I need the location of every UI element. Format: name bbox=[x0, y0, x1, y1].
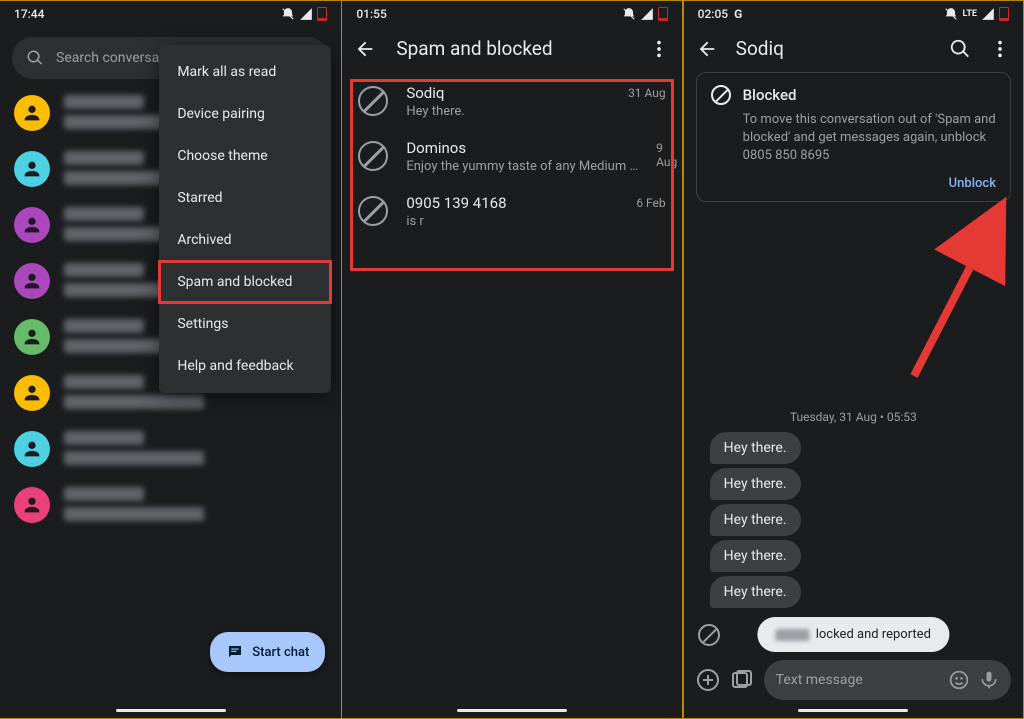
battery-icon bbox=[317, 7, 327, 21]
blocked-list: Sodiq Hey there. 31 Aug Dominos Enjoy th… bbox=[342, 74, 681, 239]
page-title: Spam and blocked bbox=[396, 37, 627, 60]
gesture-bar bbox=[116, 709, 226, 712]
phone-screenshot-2: 01:55 Spam and blocked Sodiq Hey there. … bbox=[341, 0, 682, 719]
search-icon bbox=[26, 49, 44, 67]
dnd-icon bbox=[944, 7, 958, 21]
blocked-conversation-row[interactable]: Sodiq Hey there. 31 Aug bbox=[342, 74, 681, 129]
back-icon[interactable] bbox=[354, 38, 376, 60]
status-bar: 01:55 bbox=[342, 1, 681, 27]
conversation-row[interactable] bbox=[0, 477, 341, 533]
back-icon[interactable] bbox=[696, 38, 718, 60]
blocked-info-card: Blocked To move this conversation out of… bbox=[696, 72, 1011, 202]
gesture-bar bbox=[457, 709, 567, 712]
menu-item-help-and-feedback[interactable]: Help and feedback bbox=[159, 345, 331, 387]
spam-blocked-header: Spam and blocked bbox=[342, 27, 681, 74]
search-placeholder: Search conversat bbox=[56, 50, 164, 66]
add-icon[interactable] bbox=[696, 668, 720, 692]
menu-item-starred[interactable]: Starred bbox=[159, 177, 331, 219]
more-icon[interactable] bbox=[648, 38, 670, 60]
conversation-preview bbox=[64, 487, 327, 521]
clock: 02:05 G bbox=[698, 7, 743, 21]
phone-screenshot-1: 17:44 Search conversat Mark all as readD… bbox=[0, 0, 341, 719]
message-bubble[interactable]: Hey there. bbox=[710, 540, 801, 572]
message-bubbles: Hey there. Hey there. Hey there. Hey there.… bbox=[684, 432, 1023, 608]
avatar bbox=[14, 151, 50, 187]
avatar bbox=[14, 263, 50, 299]
blocked-icon bbox=[698, 624, 720, 646]
message-date: 31 Aug bbox=[628, 84, 666, 100]
chat-icon bbox=[226, 643, 244, 661]
overflow-menu: Mark all as readDevice pairingChoose the… bbox=[159, 45, 331, 393]
redacted-name bbox=[776, 629, 810, 641]
search-icon[interactable] bbox=[949, 38, 971, 60]
message-date: 9 Aug bbox=[656, 139, 677, 169]
contact-name: Sodiq bbox=[736, 37, 931, 60]
mic-icon[interactable] bbox=[979, 670, 999, 690]
message-bubble[interactable]: Hey there. bbox=[710, 504, 801, 536]
gallery-icon[interactable] bbox=[730, 668, 754, 692]
conversation-preview bbox=[64, 431, 327, 465]
message-preview: is r bbox=[406, 214, 618, 229]
snackbar-text: locked and reported bbox=[816, 627, 931, 642]
menu-item-settings[interactable]: Settings bbox=[159, 303, 331, 345]
blocked-title: Blocked bbox=[743, 86, 797, 104]
message-input[interactable]: Text message bbox=[764, 660, 1011, 700]
signal-icon bbox=[299, 7, 313, 21]
menu-item-spam-and-blocked[interactable]: Spam and blocked bbox=[159, 261, 331, 303]
blocked-icon bbox=[711, 85, 731, 105]
message-date: 6 Feb bbox=[636, 194, 665, 210]
signal-icon bbox=[640, 7, 654, 21]
avatar bbox=[14, 95, 50, 131]
menu-item-device-pairing[interactable]: Device pairing bbox=[159, 93, 331, 135]
clock: 17:44 bbox=[14, 7, 44, 21]
message-bubble[interactable]: Hey there. bbox=[710, 576, 801, 608]
blocked-icon bbox=[358, 86, 388, 116]
status-bar: 02:05 G LTE bbox=[684, 1, 1023, 27]
message-preview: Enjoy the yummy taste of any Medium … bbox=[406, 159, 638, 174]
avatar bbox=[14, 319, 50, 355]
message-bubble[interactable]: Hey there. bbox=[710, 468, 801, 500]
unblock-button[interactable]: Unblock bbox=[711, 176, 996, 191]
snackbar: locked and reported bbox=[758, 617, 949, 652]
message-area: Tuesday, 31 Aug • 05:53 Hey there.Hey th… bbox=[684, 241, 1023, 608]
contact-name: 0905 139 4168 bbox=[406, 194, 618, 212]
blocked-description: To move this conversation out of 'Spam a… bbox=[743, 111, 996, 166]
gesture-bar bbox=[798, 709, 908, 712]
blocked-conversation-row[interactable]: 0905 139 4168 is r 6 Feb bbox=[342, 184, 681, 239]
more-icon[interactable] bbox=[989, 38, 1011, 60]
message-bubble[interactable]: Hey there. bbox=[710, 432, 801, 464]
avatar bbox=[14, 207, 50, 243]
message-preview: Hey there. bbox=[406, 104, 610, 119]
input-placeholder: Text message bbox=[776, 672, 863, 688]
emoji-icon[interactable] bbox=[949, 670, 969, 690]
date-separator: Tuesday, 31 Aug • 05:53 bbox=[684, 410, 1023, 424]
menu-item-mark-all-as-read[interactable]: Mark all as read bbox=[159, 51, 331, 93]
start-chat-fab[interactable]: Start chat bbox=[210, 632, 325, 672]
dnd-icon bbox=[281, 7, 295, 21]
signal-icon bbox=[981, 7, 995, 21]
conversation-header: Sodiq bbox=[684, 27, 1023, 72]
phone-screenshot-3: 02:05 G LTE Sodiq Blocked To move this c… bbox=[683, 0, 1024, 719]
avatar bbox=[14, 431, 50, 467]
blocked-conversation-row[interactable]: Dominos Enjoy the yummy taste of any Med… bbox=[342, 129, 681, 184]
battery-icon bbox=[658, 7, 668, 21]
menu-item-choose-theme[interactable]: Choose theme bbox=[159, 135, 331, 177]
blocked-icon bbox=[358, 196, 388, 226]
conversation-row[interactable] bbox=[0, 421, 341, 477]
blocked-icon bbox=[358, 141, 388, 171]
battery-icon bbox=[999, 7, 1009, 21]
avatar bbox=[14, 375, 50, 411]
status-bar: 17:44 bbox=[0, 1, 341, 27]
clock: 01:55 bbox=[356, 7, 386, 21]
fab-label: Start chat bbox=[252, 645, 309, 660]
message-composer: Text message bbox=[684, 660, 1023, 700]
menu-item-archived[interactable]: Archived bbox=[159, 219, 331, 261]
lte-label: LTE bbox=[962, 9, 977, 19]
contact-name: Sodiq bbox=[406, 84, 610, 102]
avatar bbox=[14, 487, 50, 523]
contact-name: Dominos bbox=[406, 139, 638, 157]
dnd-icon bbox=[622, 7, 636, 21]
